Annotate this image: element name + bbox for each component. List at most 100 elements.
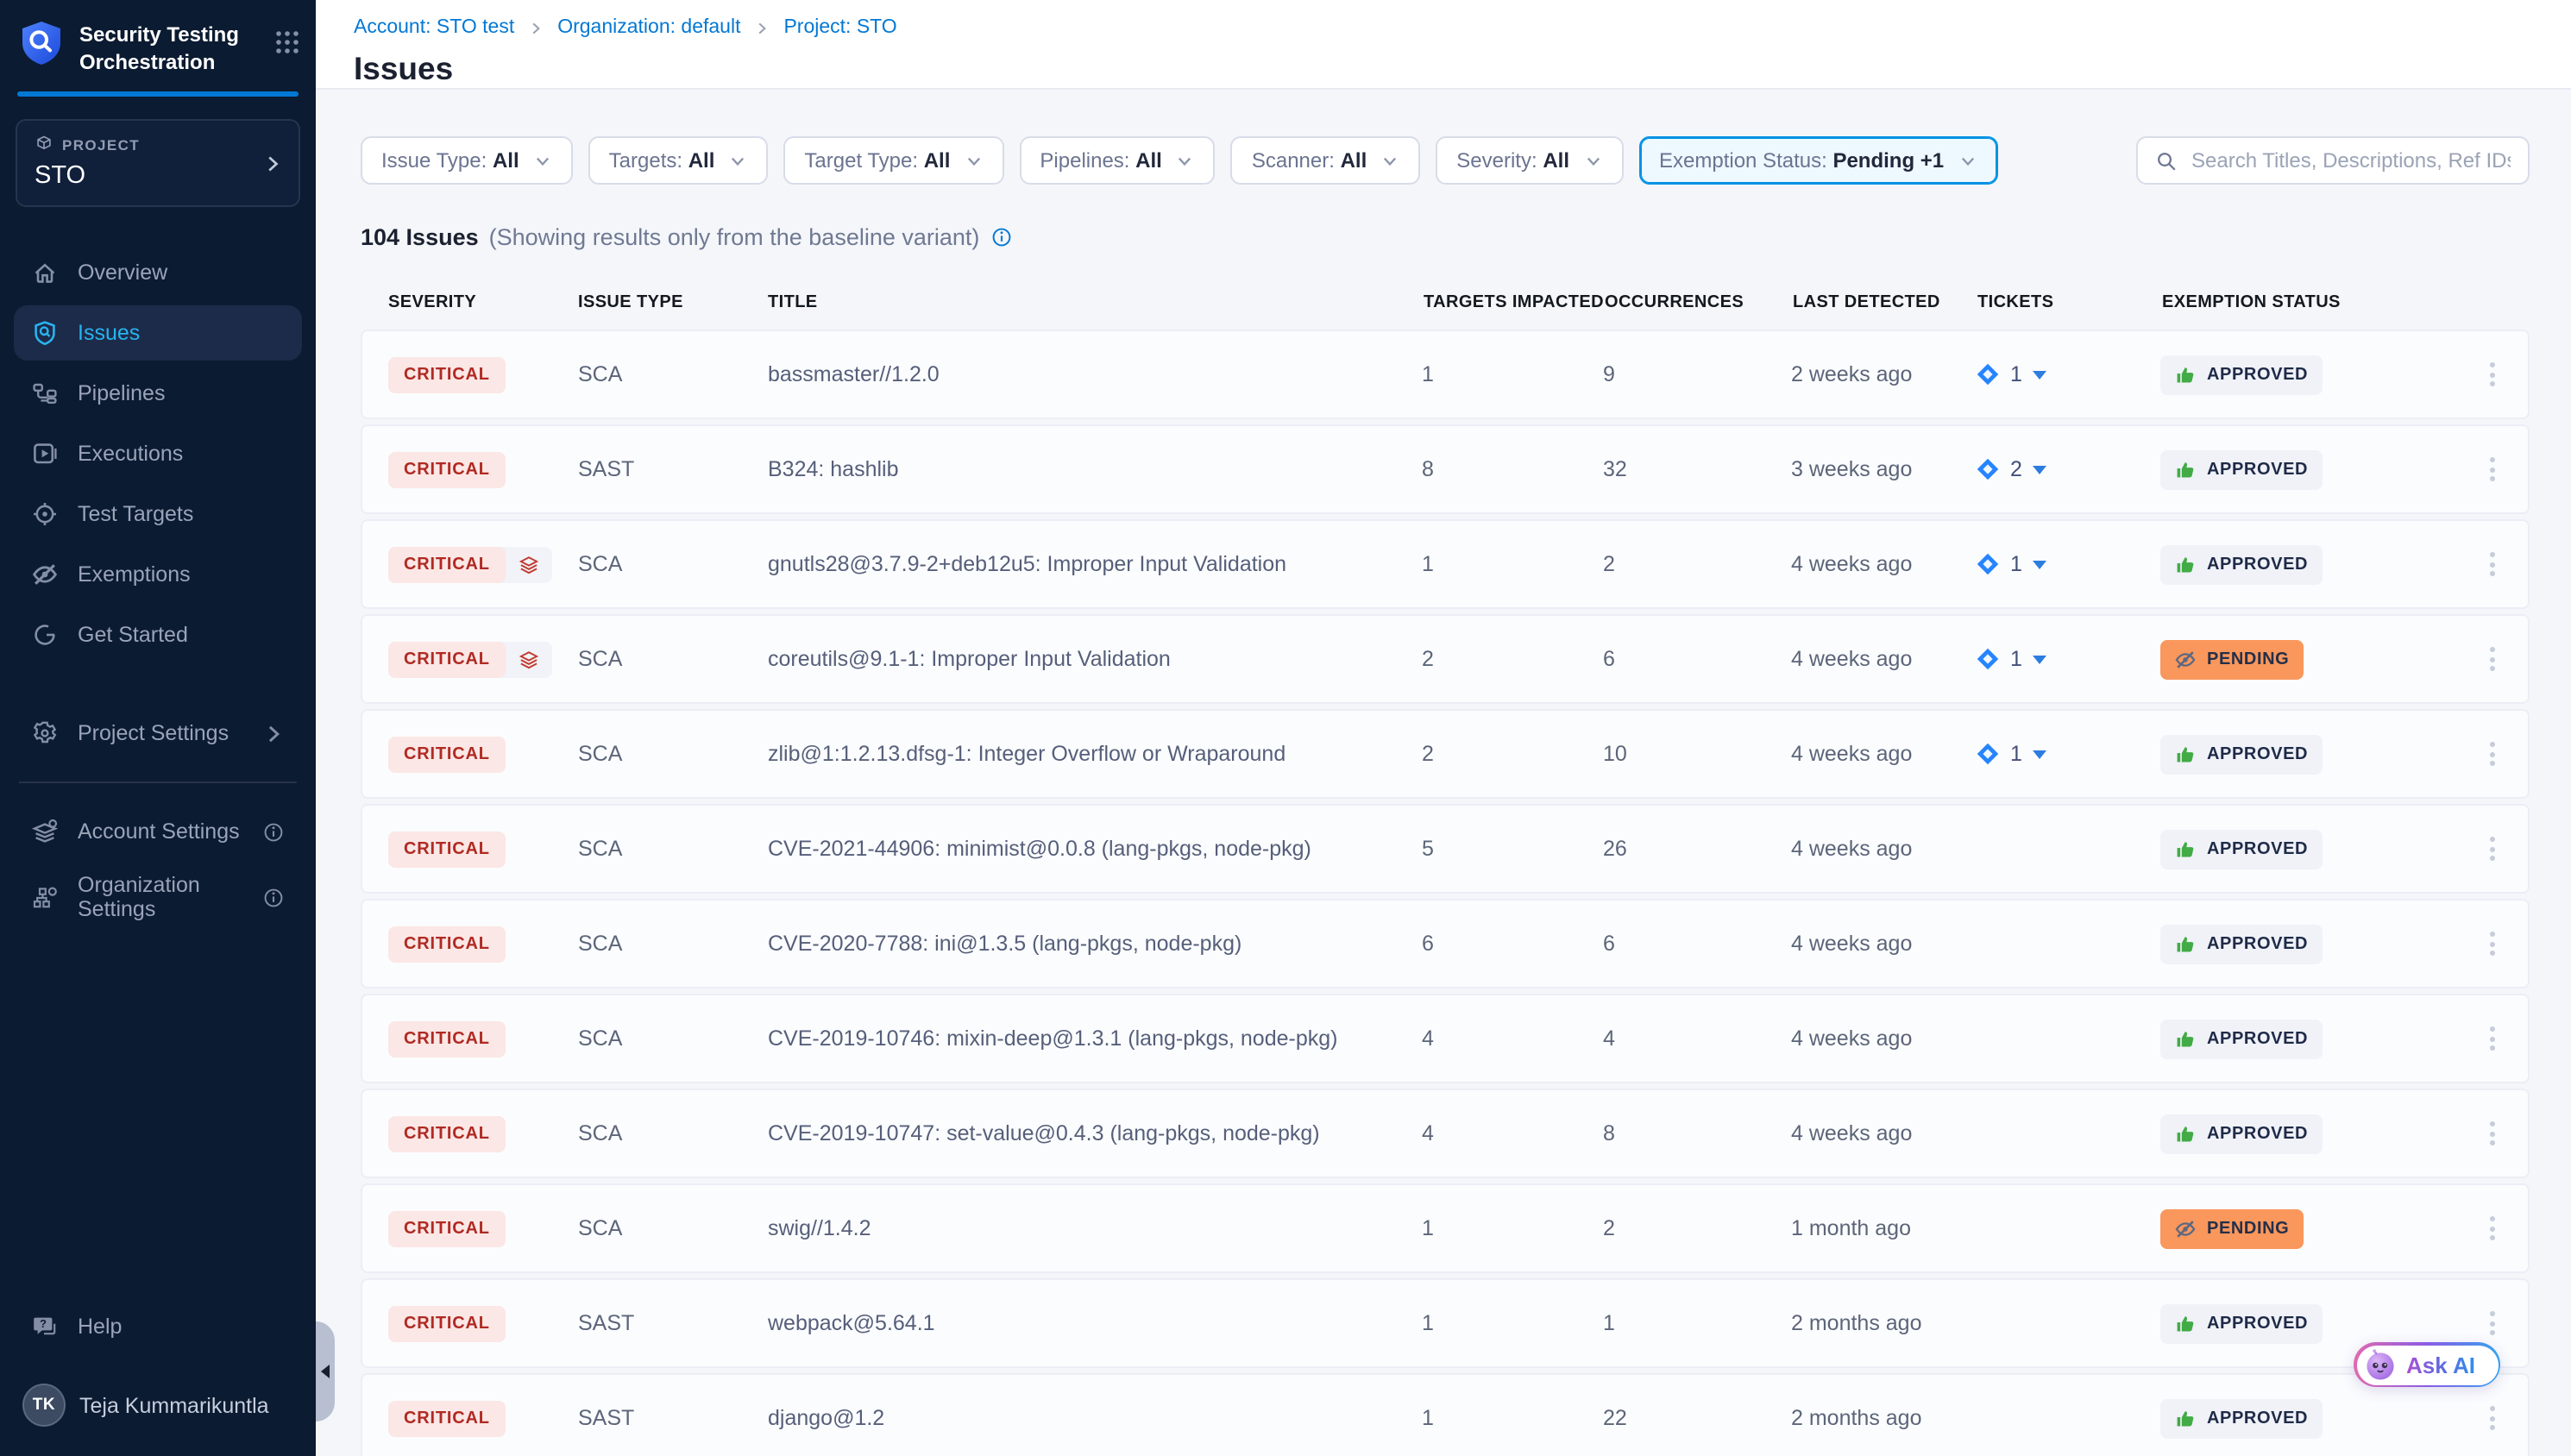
caret-down-icon bbox=[2033, 561, 2046, 576]
row-menu-button[interactable] bbox=[2469, 806, 2514, 892]
row-menu-button[interactable] bbox=[2469, 711, 2514, 797]
occurrences-cell: 2 bbox=[1603, 552, 1791, 576]
issue-title-link[interactable]: B324: hashlib bbox=[768, 457, 1422, 481]
filter-value: All bbox=[924, 148, 951, 173]
issue-title-link[interactable]: zlib@1:1.2.13.dfsg-1: Integer Overflow o… bbox=[768, 742, 1422, 766]
sidebar-nav-item[interactable]: Test Targets bbox=[14, 486, 302, 542]
help-button[interactable]: Help bbox=[14, 1299, 302, 1354]
severity-badge: CRITICAL bbox=[388, 356, 506, 392]
issue-title-link[interactable]: swig//1.4.2 bbox=[768, 1216, 1422, 1240]
sidebar-item-project-settings[interactable]: Project Settings bbox=[14, 706, 302, 761]
severity-cell: CRITICAL bbox=[388, 736, 506, 772]
row-menu-button[interactable] bbox=[2469, 1090, 2514, 1177]
row-menu-button[interactable] bbox=[2469, 1375, 2514, 1456]
sidebar-footer: Help TK Teja Kummarikuntla bbox=[0, 1299, 316, 1456]
table-row[interactable]: CRITICAL SAST B324: hashlib 8 32 3 weeks… bbox=[361, 424, 2530, 514]
sidebar-settings-item[interactable]: Account Settings bbox=[14, 804, 302, 859]
tickets-cell[interactable]: 2 bbox=[1976, 457, 2160, 481]
tickets-cell[interactable]: 1 bbox=[1976, 552, 2160, 576]
org-icon bbox=[31, 883, 59, 911]
info-icon[interactable] bbox=[262, 820, 285, 843]
filter-dropdown[interactable]: Scanner: All bbox=[1231, 136, 1420, 185]
filter-dropdown[interactable]: Pipelines: All bbox=[1019, 136, 1215, 185]
sidebar-nav-item[interactable]: Executions bbox=[14, 426, 302, 481]
filter-dropdown[interactable]: Targets: All bbox=[588, 136, 769, 185]
project-selector[interactable]: PROJECT STO bbox=[16, 119, 300, 207]
row-menu-button[interactable] bbox=[2469, 521, 2514, 607]
filter-dropdown[interactable]: Exemption Status: Pending +1 bbox=[1638, 136, 1997, 185]
issue-title-link[interactable]: coreutils@9.1-1: Improper Input Validati… bbox=[768, 647, 1422, 671]
issue-title-link[interactable]: CVE-2019-10747: set-value@0.4.3 (lang-pk… bbox=[768, 1121, 1422, 1145]
exemption-status-badge: PENDING bbox=[2160, 1208, 2303, 1248]
issue-title-link[interactable]: CVE-2021-44906: minimist@0.0.8 (lang-pkg… bbox=[768, 837, 1422, 861]
table-row[interactable]: CRITICAL SCA CVE-2021-44906: minimist@0.… bbox=[361, 804, 2530, 894]
issue-title-link[interactable]: CVE-2020-7788: ini@1.3.5 (lang-pkgs, nod… bbox=[768, 932, 1422, 956]
app-grid-icon[interactable] bbox=[274, 29, 300, 55]
tickets-cell[interactable]: 1 bbox=[1976, 742, 2160, 766]
row-menu-button[interactable] bbox=[2469, 616, 2514, 702]
issue-title-link[interactable]: CVE-2019-10746: mixin-deep@1.3.1 (lang-p… bbox=[768, 1026, 1422, 1051]
tickets-cell[interactable]: 1 bbox=[1976, 362, 2160, 386]
severity-cell: CRITICAL bbox=[388, 641, 552, 677]
breadcrumb-link[interactable]: Project: STO bbox=[783, 17, 896, 38]
sidebar-nav-item[interactable]: Issues bbox=[14, 305, 302, 361]
row-menu-button[interactable] bbox=[2469, 995, 2514, 1082]
last-detected-cell: 4 weeks ago bbox=[1791, 1026, 1976, 1051]
row-menu-button[interactable] bbox=[2469, 1185, 2514, 1271]
targets-impacted-cell: 1 bbox=[1422, 552, 1603, 576]
ask-ai-button[interactable]: Ask AI bbox=[2354, 1342, 2500, 1387]
target-icon bbox=[31, 500, 59, 528]
sidebar-settings-item[interactable]: Organization Settings bbox=[14, 859, 302, 935]
main-panel: Account: STO test Organization: default … bbox=[316, 0, 2571, 1456]
table-row[interactable]: CRITICAL SCA bassmaster//1.2.0 1 9 2 wee… bbox=[361, 329, 2530, 419]
project-settings-label: Project Settings bbox=[78, 721, 229, 745]
row-menu-button[interactable] bbox=[2469, 331, 2514, 417]
severity-cell: CRITICAL bbox=[388, 1400, 506, 1436]
user-menu[interactable]: TK Teja Kummarikuntla bbox=[14, 1378, 302, 1432]
issue-title-link[interactable]: django@1.2 bbox=[768, 1406, 1422, 1430]
occurrences-cell: 26 bbox=[1603, 837, 1791, 861]
table-row[interactable]: CRITICAL SCA zlib@1:1.2.13.dfsg-1: Integ… bbox=[361, 709, 2530, 799]
issue-type-cell: SAST bbox=[578, 457, 768, 481]
info-icon[interactable] bbox=[262, 886, 285, 908]
filter-dropdown[interactable]: Issue Type: All bbox=[361, 136, 573, 185]
jira-ticket-icon bbox=[1976, 457, 2000, 481]
table-row[interactable]: CRITICAL SCA coreutils@9.1-1: Improper I… bbox=[361, 614, 2530, 704]
breadcrumb-link[interactable]: Organization: default bbox=[557, 17, 740, 38]
sidebar-nav-item[interactable]: Exemptions bbox=[14, 547, 302, 602]
row-menu-button[interactable] bbox=[2469, 901, 2514, 987]
filter-dropdown[interactable]: Target Type: All bbox=[783, 136, 1003, 185]
row-menu-button[interactable] bbox=[2469, 426, 2514, 512]
targets-impacted-cell: 4 bbox=[1422, 1026, 1603, 1051]
sidebar-nav-item[interactable]: Pipelines bbox=[14, 366, 302, 421]
page-header: Account: STO test Organization: default … bbox=[316, 0, 2571, 90]
breadcrumb: Account: STO test Organization: default … bbox=[354, 17, 2533, 38]
user-name: Teja Kummarikuntla bbox=[79, 1393, 269, 1417]
table-row[interactable]: CRITICAL SAST webpack@5.64.1 1 1 2 month… bbox=[361, 1278, 2530, 1368]
table-row[interactable]: CRITICAL SCA CVE-2020-7788: ini@1.3.5 (l… bbox=[361, 899, 2530, 988]
occurrences-cell: 1 bbox=[1603, 1311, 1791, 1335]
table-row[interactable]: CRITICAL SCA swig//1.4.2 1 2 1 month ago… bbox=[361, 1183, 2530, 1273]
tickets-cell[interactable]: 1 bbox=[1976, 647, 2160, 671]
severity-badge: CRITICAL bbox=[388, 1115, 506, 1152]
gear-icon bbox=[31, 719, 59, 747]
issue-title-link[interactable]: bassmaster//1.2.0 bbox=[768, 362, 1422, 386]
issue-title-link[interactable]: gnutls28@3.7.9-2+deb12u5: Improper Input… bbox=[768, 552, 1422, 576]
exemption-status-label: PENDING bbox=[2207, 1219, 2289, 1238]
table-row[interactable]: CRITICAL SCA CVE-2019-10746: mixin-deep@… bbox=[361, 994, 2530, 1083]
table-row[interactable]: CRITICAL SCA CVE-2019-10747: set-value@0… bbox=[361, 1089, 2530, 1178]
issue-title-link[interactable]: webpack@5.64.1 bbox=[768, 1311, 1422, 1335]
sidebar-nav-item[interactable]: Get Started bbox=[14, 607, 302, 662]
table-row[interactable]: CRITICAL SCA gnutls28@3.7.9-2+deb12u5: I… bbox=[361, 519, 2530, 609]
stack-icon bbox=[506, 546, 552, 582]
breadcrumb-link[interactable]: Account: STO test bbox=[354, 17, 514, 38]
thumbs-up-icon bbox=[2174, 1027, 2197, 1050]
sidebar-nav-item[interactable]: Overview bbox=[14, 245, 302, 300]
last-detected-cell: 4 weeks ago bbox=[1791, 647, 1976, 671]
filter-dropdown[interactable]: Severity: All bbox=[1436, 136, 1623, 185]
exemption-status-badge: APPROVED bbox=[2160, 449, 2322, 489]
table-row[interactable]: CRITICAL SAST django@1.2 1 22 2 months a… bbox=[361, 1373, 2530, 1456]
info-icon[interactable] bbox=[990, 226, 1012, 248]
sidebar-collapse-handle[interactable] bbox=[316, 1321, 335, 1421]
search-input[interactable] bbox=[2191, 148, 2511, 173]
